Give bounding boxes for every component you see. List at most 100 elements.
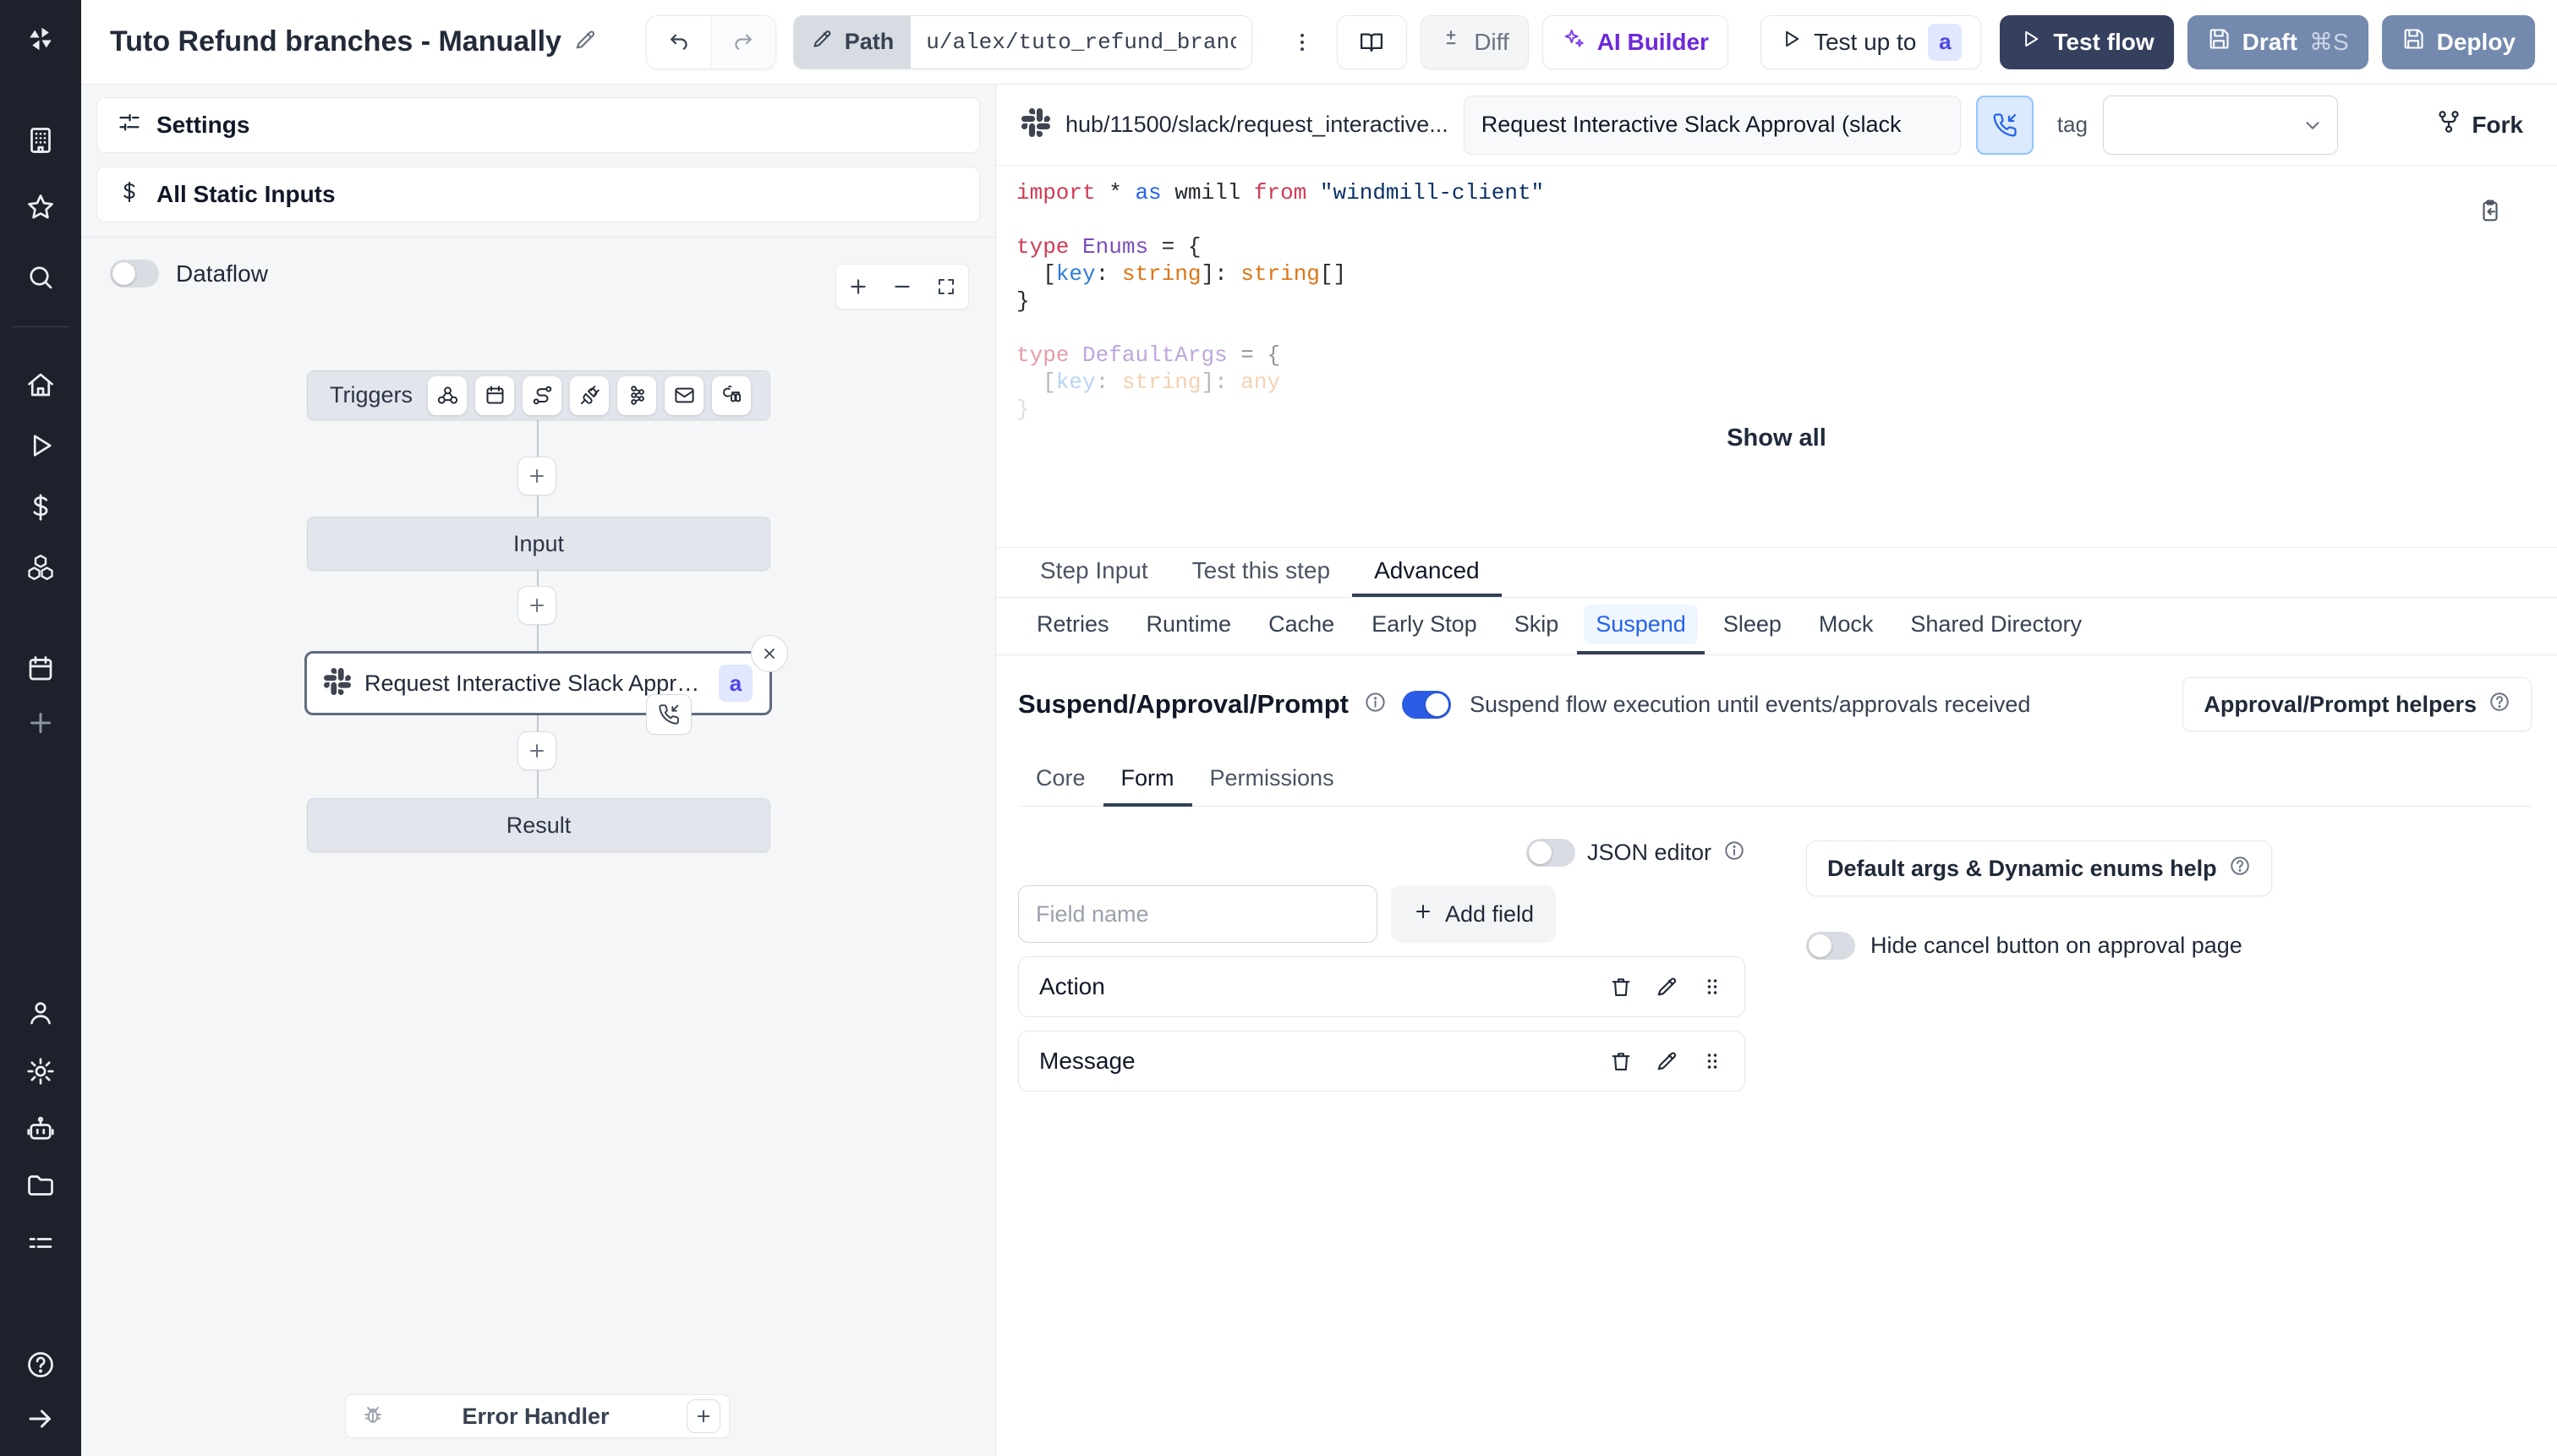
step-name-input[interactable]	[1463, 95, 1961, 155]
tab-cache[interactable]: Cache	[1250, 598, 1353, 654]
suspend-shortcut-button[interactable]	[1975, 95, 2034, 155]
undo-button[interactable]	[646, 15, 711, 68]
tab-step-input[interactable]: Step Input	[1018, 548, 1170, 597]
all-static-inputs-button[interactable]: All Static Inputs	[96, 167, 980, 222]
sidebar-item-schedules[interactable]	[25, 654, 56, 684]
test-flow-button[interactable]: Test flow	[2000, 14, 2174, 69]
suspend-indicator-badge[interactable]	[646, 694, 692, 735]
add-field-button[interactable]: Add field	[1391, 885, 1557, 943]
add-step-button-2[interactable]	[517, 586, 556, 625]
sidebar-item-account[interactable]	[25, 998, 56, 1028]
code-editor[interactable]: import * as wmill from "windmill-client"…	[996, 166, 2557, 548]
path-edit-button[interactable]: Path	[793, 15, 912, 68]
webhook-trigger-icon[interactable]	[428, 375, 468, 415]
tab-sleep[interactable]: Sleep	[1705, 598, 1800, 654]
result-node[interactable]: Result	[307, 798, 770, 852]
redo-button[interactable]	[710, 15, 775, 68]
sidebar-item-home[interactable]	[25, 369, 56, 400]
tab-shared-directory[interactable]: Shared Directory	[1892, 598, 2100, 654]
tab-mock[interactable]: Mock	[1800, 598, 1892, 654]
tag-select[interactable]	[2102, 95, 2338, 155]
scraper-trigger-icon[interactable]	[712, 375, 752, 415]
deploy-button[interactable]: Deploy	[2381, 14, 2535, 69]
more-options-button[interactable]	[1284, 15, 1320, 69]
fit-view-button[interactable]	[924, 265, 968, 309]
sidebar-item-search[interactable]	[25, 262, 56, 293]
approval-prompt-helpers-button[interactable]: Approval/Prompt helpers	[2182, 677, 2532, 731]
flow-settings-button[interactable]: Settings	[96, 97, 980, 153]
slack-approval-step-node[interactable]: Request Interactive Slack Approval (... …	[304, 635, 788, 735]
websocket-trigger-icon[interactable]	[570, 375, 610, 415]
delete-field-button[interactable]	[1609, 1049, 1633, 1073]
tab-advanced[interactable]: Advanced	[1352, 548, 1502, 597]
sidebar-item-apps[interactable]	[25, 125, 56, 156]
tab-skip[interactable]: Skip	[1496, 598, 1578, 654]
tab-suspend[interactable]: Suspend	[1577, 598, 1705, 654]
tab-permissions[interactable]: Permissions	[1192, 765, 1352, 807]
triggers-node[interactable]: Triggers	[307, 370, 770, 420]
tab-form[interactable]: Form	[1103, 765, 1192, 807]
script-hub-path[interactable]: hub/11500/slack/request_interactive...	[1065, 112, 1448, 138]
error-handler-node[interactable]: Error Handler	[345, 1394, 730, 1438]
sidebar-expand-button[interactable]	[25, 1404, 56, 1434]
delete-field-button[interactable]	[1609, 975, 1633, 999]
path-input[interactable]	[911, 15, 1251, 68]
test-up-to-button[interactable]: Test up to a	[1760, 14, 1982, 69]
error-handler-label: Error Handler	[462, 1403, 610, 1429]
hide-cancel-toggle[interactable]	[1806, 932, 1855, 960]
docs-button[interactable]	[1336, 14, 1408, 69]
diff-button[interactable]: Diff	[1421, 14, 1529, 69]
edit-field-button[interactable]	[1655, 1049, 1678, 1073]
suspend-toggle[interactable]	[1401, 690, 1451, 719]
http-route-trigger-icon[interactable]	[523, 375, 562, 415]
tab-core[interactable]: Core	[1018, 765, 1103, 807]
panel-divider	[81, 237, 995, 238]
tab-test-this-step[interactable]: Test this step	[1170, 548, 1352, 597]
json-editor-toggle[interactable]	[1525, 839, 1575, 867]
info-icon[interactable]	[1364, 691, 1387, 718]
sidebar-item-settings[interactable]	[25, 1056, 56, 1087]
add-error-handler-button[interactable]	[687, 1399, 720, 1433]
sidebar-item-help[interactable]	[25, 1349, 56, 1380]
sliders-icon	[118, 111, 141, 140]
fork-label: Fork	[2472, 111, 2523, 138]
sidebar-item-folders[interactable]	[25, 1170, 56, 1201]
code-content: import * as wmill from "windmill-client"…	[1016, 180, 1545, 422]
edit-title-icon[interactable]	[573, 28, 597, 56]
kafka-trigger-icon[interactable]	[617, 375, 657, 415]
tab-early-stop[interactable]: Early Stop	[1353, 598, 1496, 654]
zoom-in-button[interactable]	[836, 265, 880, 309]
ai-builder-button[interactable]: AI Builder	[1541, 14, 1728, 69]
copy-code-button[interactable]	[2478, 198, 2503, 226]
dataflow-label: Dataflow	[176, 260, 268, 287]
tab-runtime[interactable]: Runtime	[1128, 598, 1251, 654]
schedule-trigger-icon[interactable]	[475, 375, 515, 415]
field-name-input[interactable]	[1018, 885, 1377, 943]
sidebar-item-more[interactable]	[25, 708, 56, 738]
add-step-button-3[interactable]	[517, 731, 556, 770]
sidebar-item-runs[interactable]	[25, 430, 56, 461]
add-step-button-1[interactable]	[517, 457, 556, 495]
sidebar-item-resources[interactable]	[25, 552, 56, 583]
sidebar-item-ai[interactable]	[25, 1114, 56, 1144]
sidebar-item-variables[interactable]	[25, 492, 56, 523]
dataflow-toggle[interactable]	[110, 260, 159, 287]
sidebar-item-favorites[interactable]	[25, 192, 56, 222]
edit-field-button[interactable]	[1655, 975, 1678, 999]
drag-field-handle[interactable]	[1700, 1049, 1724, 1073]
windmill-logo-icon[interactable]	[25, 24, 56, 54]
show-all-button[interactable]: Show all	[1727, 424, 1826, 452]
draft-button[interactable]: Draft ⌘S	[2187, 14, 2368, 69]
tab-retries[interactable]: Retries	[1018, 598, 1128, 654]
fork-button[interactable]: Fork	[2436, 109, 2523, 140]
sidebar-item-workers[interactable]	[25, 1228, 56, 1258]
input-node-label: Input	[512, 530, 565, 556]
zoom-out-button[interactable]	[880, 265, 924, 309]
path-group: Path	[792, 14, 1252, 69]
info-icon[interactable]	[1723, 840, 1745, 866]
default-args-help-button[interactable]: Default args & Dynamic enums help	[1806, 840, 2272, 896]
drag-field-handle[interactable]	[1700, 975, 1724, 999]
email-trigger-icon[interactable]	[665, 375, 704, 415]
delete-step-button[interactable]	[751, 635, 788, 672]
input-node[interactable]: Input	[307, 517, 770, 571]
